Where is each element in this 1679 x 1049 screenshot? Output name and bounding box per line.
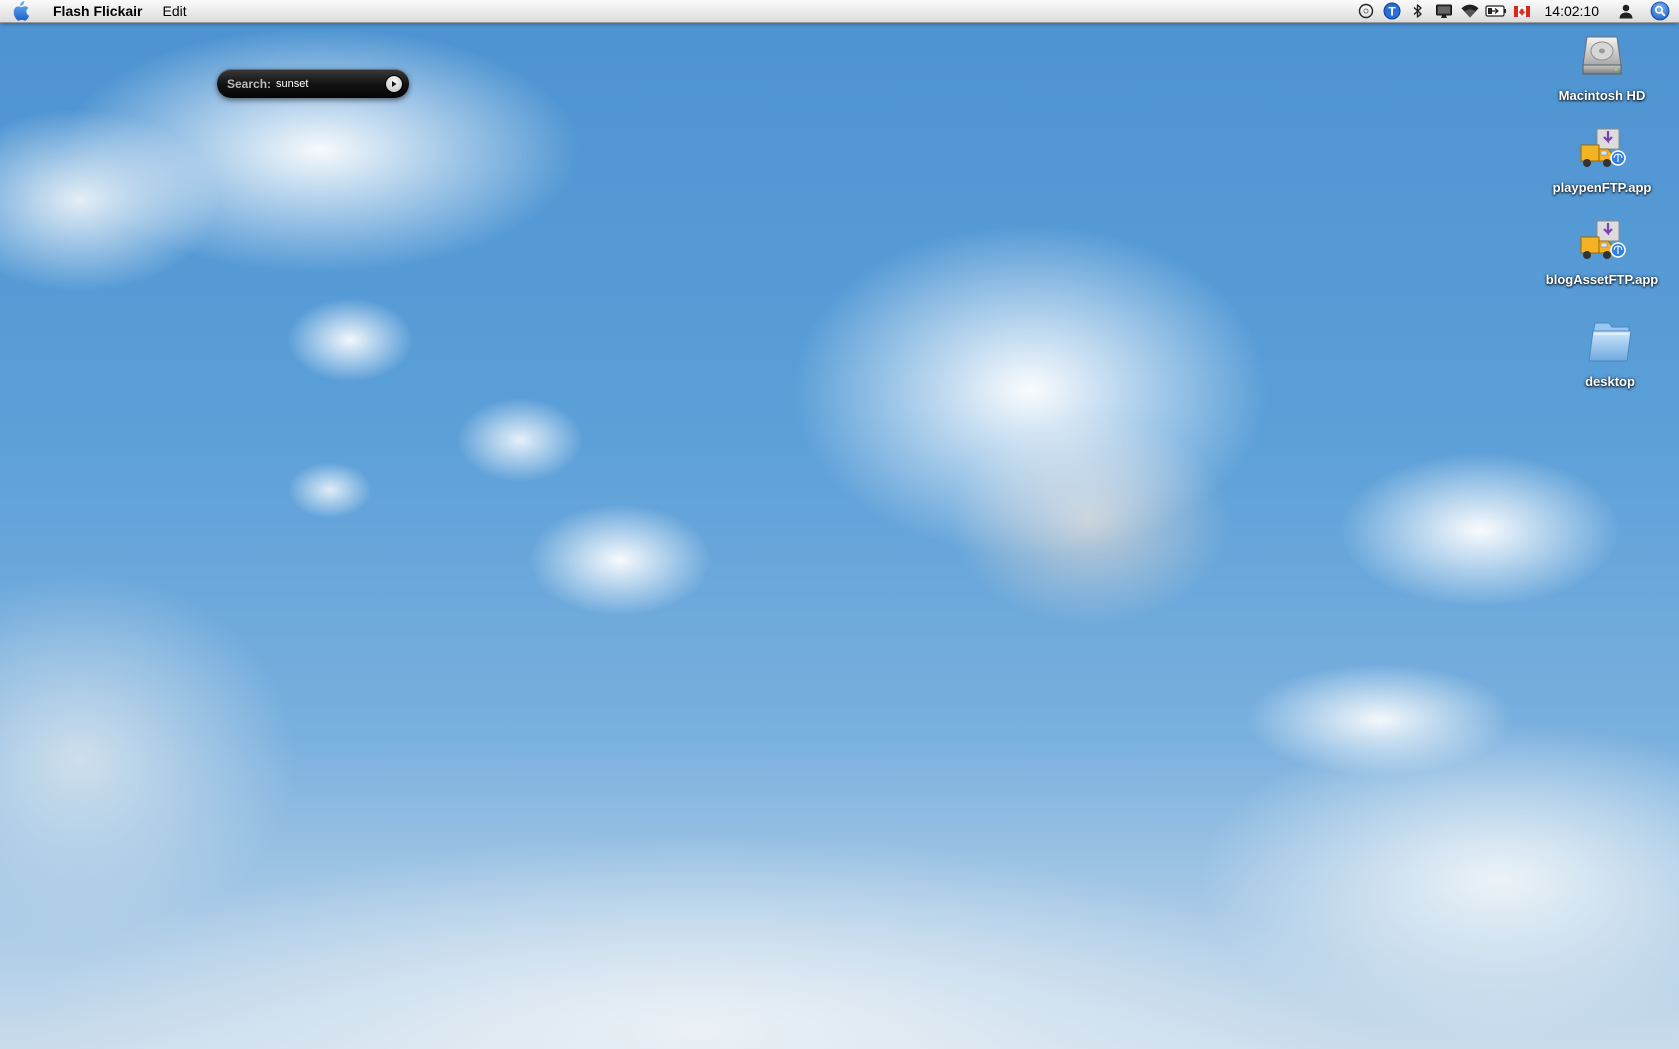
sync-icon[interactable] [1353,0,1379,22]
folder-icon [1582,314,1638,370]
bluetooth-icon[interactable] [1405,0,1431,22]
play-arrow-icon [392,80,397,87]
menu-bar-status-area: T 14:02:10 [1353,0,1679,22]
svg-text:T: T [1388,5,1396,19]
menu-bar: Flash Flickair Edit T 14:02:10 [0,0,1679,23]
menu-clock[interactable]: 14:02:10 [1535,0,1614,22]
search-widget: Search: [217,69,409,98]
search-go-button[interactable] [385,74,403,93]
menu-bar-left: Flash Flickair Edit [0,0,197,22]
desktop-icon-label: playpenFTP.app [1552,180,1652,195]
desktop-icon-playpenftp[interactable]: playpenFTP.app [1537,120,1667,195]
user-icon[interactable] [1613,0,1639,22]
desktop-icon-macintosh-hd[interactable]: Macintosh HD [1537,28,1667,103]
desktop-background[interactable]: Flash Flickair Edit T 14:02:10 Search: s… [0,0,1679,1049]
battery-icon[interactable] [1483,0,1509,22]
canada-flag-icon[interactable] [1509,0,1535,22]
menu-edit[interactable]: Edit [152,0,196,22]
spotlight-icon[interactable] [1647,0,1673,22]
search-input[interactable] [276,77,385,90]
apple-menu-icon[interactable] [0,0,40,22]
desktop-icon-label: blogAssetFTP.app [1545,272,1659,287]
typinator-icon[interactable]: T [1379,0,1405,22]
wifi-icon[interactable] [1457,0,1483,22]
desktop-icon-desktop-folder[interactable]: desktop [1545,314,1675,389]
desktop-icon-blogassetftp[interactable]: blogAssetFTP.app [1537,212,1667,287]
ftp-truck-icon [1574,120,1630,176]
hard-drive-icon [1574,28,1630,84]
desktop-icon-label: Macintosh HD [1558,88,1646,103]
menu-app-name[interactable]: Flash Flickair [40,0,152,22]
ftp-truck-icon [1574,212,1630,268]
search-label: Search: [227,76,272,91]
display-icon[interactable] [1431,0,1457,22]
desktop-icon-label: desktop [1585,374,1635,389]
